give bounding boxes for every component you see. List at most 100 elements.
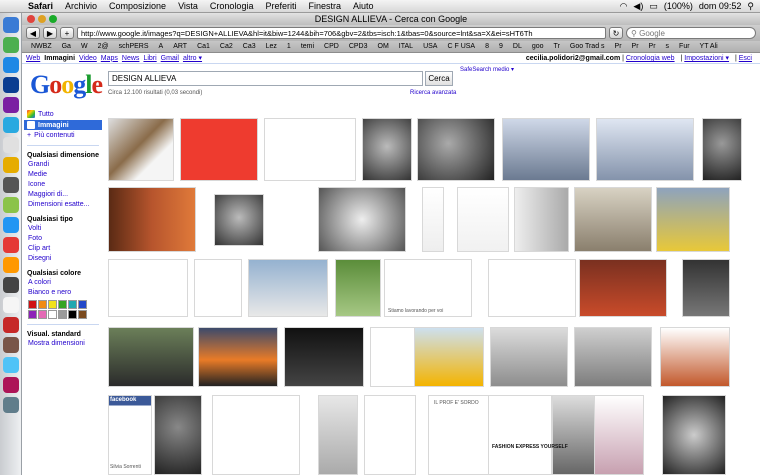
gbar-link-more[interactable]: altro ▾ — [183, 54, 202, 62]
gbar-link-maps[interactable]: Maps — [101, 55, 118, 62]
gbar-history[interactable]: Cronologia web — [626, 55, 675, 62]
bookmark-item[interactable]: USA — [418, 43, 442, 50]
color-swatch[interactable] — [38, 310, 47, 319]
bookmark-item[interactable]: Pr — [610, 43, 627, 50]
forward-button[interactable]: ▶ — [43, 27, 57, 39]
sidebar-item-more[interactable]: + Più contenuti — [24, 131, 102, 140]
image-result-thumbnail[interactable] — [264, 118, 356, 181]
image-result-thumbnail[interactable] — [108, 259, 188, 317]
app-icon[interactable] — [3, 337, 19, 353]
add-bookmark-button[interactable]: + — [60, 27, 74, 39]
size-icon-link[interactable]: Icone — [24, 180, 102, 190]
bookmark-item[interactable]: goo — [527, 43, 549, 50]
app-icon[interactable] — [3, 157, 19, 173]
bookmark-item[interactable]: Lez — [261, 43, 282, 50]
image-result-thumbnail[interactable] — [490, 327, 568, 387]
image-result-thumbnail[interactable] — [108, 187, 196, 252]
color-swatch[interactable] — [28, 310, 37, 319]
bookmark-item[interactable]: Pr — [627, 43, 644, 50]
image-result-thumbnail[interactable] — [514, 187, 569, 252]
app-icon[interactable] — [3, 297, 19, 313]
app-icon[interactable] — [3, 197, 19, 213]
bookmark-item[interactable]: 8 — [480, 43, 494, 50]
menu-help[interactable]: Aiuto — [347, 1, 380, 11]
app-icon[interactable] — [3, 357, 19, 373]
image-result-thumbnail[interactable] — [318, 187, 406, 252]
app-icon[interactable] — [3, 217, 19, 233]
image-result-thumbnail[interactable] — [362, 118, 412, 181]
bookmark-item[interactable]: Tr — [549, 43, 565, 50]
back-button[interactable]: ◀ — [26, 27, 40, 39]
color-swatch[interactable] — [48, 300, 57, 309]
type-faces-link[interactable]: Volti — [24, 224, 102, 234]
type-drawings-link[interactable]: Disegni — [24, 254, 102, 264]
bookmark-item[interactable]: Pr — [644, 43, 661, 50]
image-result-thumbnail[interactable] — [414, 327, 484, 387]
color-swatch[interactable] — [68, 300, 77, 309]
gbar-link-gmail[interactable]: Gmail — [161, 55, 179, 62]
image-result-thumbnail[interactable] — [198, 327, 278, 387]
trash-icon[interactable] — [3, 397, 19, 413]
color-swatch[interactable] — [78, 300, 87, 309]
app-icon[interactable] — [3, 37, 19, 53]
image-result-thumbnail[interactable] — [417, 118, 495, 181]
wifi-icon[interactable]: ◠ — [620, 1, 628, 12]
image-result-thumbnail[interactable] — [422, 187, 444, 252]
image-result-thumbnail[interactable] — [574, 187, 652, 252]
show-sizes-link[interactable]: Mostra dimensioni — [24, 339, 102, 349]
app-icon[interactable] — [3, 377, 19, 393]
image-result-thumbnail[interactable] — [594, 395, 644, 475]
search-input[interactable]: DESIGN ALLIEVA — [108, 71, 423, 86]
image-result-thumbnail[interactable] — [488, 395, 552, 475]
image-result-thumbnail[interactable] — [335, 259, 381, 317]
gbar-settings[interactable]: Impostazioni ▾ — [684, 55, 729, 62]
bookmark-item[interactable]: 9 — [494, 43, 508, 50]
reload-button[interactable]: ↻ — [609, 27, 623, 39]
image-result-thumbnail[interactable] — [660, 327, 730, 387]
image-result-thumbnail[interactable] — [574, 327, 652, 387]
bookmark-item[interactable]: schPERS — [114, 43, 154, 50]
app-icon[interactable] — [3, 137, 19, 153]
size-exact-link[interactable]: Dimensioni esatte... — [24, 200, 102, 210]
bookmark-item[interactable]: temi — [296, 43, 319, 50]
color-swatch[interactable] — [58, 300, 67, 309]
safari-icon[interactable] — [3, 57, 19, 73]
bookmark-item[interactable]: 1 — [282, 43, 296, 50]
bookmark-item[interactable]: Fur — [674, 43, 695, 50]
image-result-thumbnail[interactable] — [662, 395, 726, 475]
image-result-thumbnail[interactable] — [214, 194, 264, 246]
image-result-thumbnail[interactable] — [318, 395, 358, 475]
gbar-link-video[interactable]: Video — [79, 55, 97, 62]
size-larger-than-link[interactable]: Maggiori di... — [24, 190, 102, 200]
google-logo[interactable]: Google — [30, 70, 103, 100]
spotlight-icon[interactable]: ⚲ — [747, 1, 754, 12]
image-result-thumbnail[interactable] — [364, 395, 416, 475]
browser-search-field[interactable]: ⚲ Google — [626, 27, 756, 39]
gbar-link-news[interactable]: News — [122, 55, 140, 62]
app-menu[interactable]: Safari — [22, 1, 59, 11]
address-bar[interactable]: http://www.google.it/images?q=DESIGN+ALL… — [77, 27, 606, 39]
sidebar-item-all[interactable]: Tutto — [24, 109, 102, 119]
bookmark-item[interactable]: Ga — [57, 43, 76, 50]
gbar-link-web[interactable]: Web — [26, 55, 40, 62]
close-window-icon[interactable] — [27, 15, 35, 23]
bookmark-item[interactable]: DL — [508, 43, 527, 50]
safesearch-link[interactable]: SafeSearch medio ▾ — [460, 66, 514, 73]
menu-file[interactable]: Archivio — [59, 1, 103, 11]
image-result-thumbnail[interactable] — [284, 327, 364, 387]
size-large-link[interactable]: Grandi — [24, 160, 102, 170]
bookmark-item[interactable]: Ca2 — [215, 43, 238, 50]
app-icon[interactable] — [3, 97, 19, 113]
gbar-exit[interactable]: Esci — [739, 55, 752, 62]
image-result-thumbnail[interactable] — [682, 259, 730, 317]
bookmark-item[interactable]: YT Ali — [695, 43, 723, 50]
app-icon[interactable] — [3, 257, 19, 273]
skype-icon[interactable] — [3, 117, 19, 133]
image-result-thumbnail[interactable] — [656, 187, 730, 252]
menu-view[interactable]: Vista — [172, 1, 204, 11]
image-result-thumbnail[interactable] — [248, 259, 328, 317]
bookmark-item[interactable]: Ca3 — [238, 43, 261, 50]
image-result-thumbnail[interactable] — [154, 395, 202, 475]
image-result-thumbnail[interactable] — [108, 118, 174, 181]
photoshop-icon[interactable] — [3, 77, 19, 93]
